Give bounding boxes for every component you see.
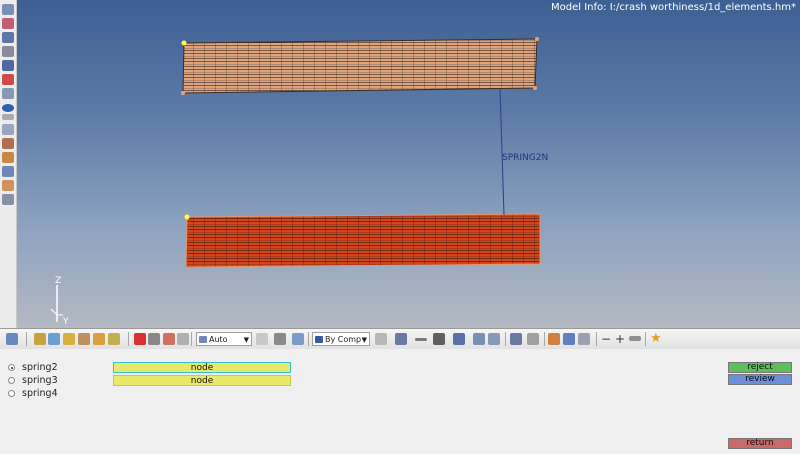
model-canvas[interactable]: SPRING2N Z Y bbox=[17, 0, 800, 328]
unmask-icon[interactable] bbox=[48, 333, 60, 345]
top-plate-node-yellow[interactable] bbox=[181, 40, 187, 46]
reject-button[interactable]: reject bbox=[728, 362, 792, 373]
folder-icon[interactable] bbox=[63, 333, 75, 345]
element-type-icon[interactable] bbox=[148, 333, 160, 345]
top-plate-node[interactable] bbox=[533, 86, 537, 90]
selection-mode-value: Auto bbox=[209, 335, 228, 344]
property-icon[interactable] bbox=[2, 60, 14, 71]
spring-label: SPRING2N bbox=[502, 153, 548, 163]
color-mode-icon bbox=[315, 336, 323, 343]
spring-element[interactable] bbox=[499, 87, 505, 216]
node-picker-icon[interactable] bbox=[177, 333, 189, 345]
left-toolbar bbox=[0, 0, 17, 330]
bottom-plate-mesh[interactable] bbox=[185, 213, 541, 268]
cursor-icon bbox=[199, 336, 207, 343]
assembly-icon[interactable] bbox=[2, 32, 14, 43]
isolate-icon[interactable] bbox=[108, 333, 120, 345]
radio-label: spring3 bbox=[22, 375, 58, 386]
element-icon[interactable] bbox=[2, 46, 14, 57]
info-icon[interactable] bbox=[2, 104, 14, 112]
top-plate-node[interactable] bbox=[535, 37, 539, 41]
wrench-icon[interactable] bbox=[527, 333, 539, 345]
axis-y-label: Y bbox=[62, 317, 69, 327]
rotate-icon[interactable] bbox=[256, 333, 268, 345]
delete-icon[interactable] bbox=[134, 333, 146, 345]
curve-icon[interactable] bbox=[2, 180, 14, 191]
chevron-down-icon: ▼ bbox=[361, 336, 367, 344]
top-plate-node[interactable] bbox=[181, 91, 185, 95]
feature-icon[interactable] bbox=[473, 333, 485, 345]
selection-mode-select[interactable]: Auto ▼ bbox=[196, 332, 252, 346]
surface-icon[interactable] bbox=[433, 333, 445, 345]
grid-icon[interactable] bbox=[488, 333, 500, 345]
label-icon[interactable] bbox=[2, 152, 14, 163]
node1-selector[interactable]: node bbox=[113, 362, 291, 373]
chevron-down-icon: ▼ bbox=[243, 336, 249, 344]
axis-triad: Z Y bbox=[50, 276, 69, 327]
review-button[interactable]: review bbox=[728, 374, 792, 385]
bottom-plate-node-yellow[interactable] bbox=[184, 214, 190, 220]
radio-label: spring4 bbox=[22, 388, 58, 399]
material-icon[interactable] bbox=[2, 74, 14, 85]
zoom-out-icon[interactable]: − bbox=[601, 331, 611, 347]
reverse-icon[interactable] bbox=[93, 333, 105, 345]
radio-button[interactable] bbox=[8, 390, 15, 397]
radio-button[interactable] bbox=[8, 364, 15, 371]
return-button[interactable]: return bbox=[728, 438, 792, 449]
graphics-viewport[interactable]: Model Info: I:/crash worthiness/1d_eleme… bbox=[17, 0, 800, 328]
display-icon[interactable] bbox=[2, 4, 14, 15]
node2-selector[interactable]: node bbox=[113, 375, 291, 386]
radio-button[interactable] bbox=[8, 377, 15, 384]
color-mode-value: By Comp bbox=[325, 335, 362, 344]
solid-cube-icon[interactable] bbox=[395, 333, 407, 345]
count-icon[interactable] bbox=[2, 114, 14, 120]
axis-icon[interactable] bbox=[2, 124, 14, 135]
graph-icon[interactable] bbox=[2, 166, 14, 177]
radio-label: spring2 bbox=[22, 362, 58, 373]
component-icon[interactable] bbox=[2, 18, 14, 29]
star-icon[interactable]: ★ bbox=[650, 331, 662, 347]
mask-icon[interactable] bbox=[34, 333, 46, 345]
cube-icon[interactable] bbox=[292, 333, 304, 345]
pointer-icon[interactable] bbox=[163, 333, 175, 345]
arc-icon[interactable] bbox=[629, 336, 641, 341]
undo-view-icon[interactable] bbox=[548, 333, 560, 345]
find-icon[interactable] bbox=[78, 333, 90, 345]
cylinder-icon[interactable] bbox=[2, 194, 14, 205]
shade-icon[interactable] bbox=[274, 333, 286, 345]
wireframe-icon[interactable] bbox=[375, 333, 387, 345]
color-mode-select[interactable]: By Comp ▼ bbox=[312, 332, 370, 346]
measure-icon[interactable] bbox=[2, 138, 14, 149]
top-plate-mesh[interactable] bbox=[182, 38, 538, 94]
layout-icon[interactable] bbox=[510, 333, 522, 345]
load-icon[interactable] bbox=[2, 88, 14, 99]
bottom-toolbar: Auto ▼ By Comp ▼ − + ★ bbox=[0, 328, 800, 350]
refresh-icon[interactable] bbox=[578, 333, 590, 345]
line-icon[interactable] bbox=[415, 338, 427, 341]
axis-z-label: Z bbox=[55, 276, 61, 286]
view-icon[interactable] bbox=[6, 333, 18, 345]
redo-view-icon[interactable] bbox=[563, 333, 575, 345]
spring-panel: spring2 spring3 spring4 node node reject… bbox=[0, 349, 800, 454]
volume-icon[interactable] bbox=[453, 333, 465, 345]
zoom-in-icon[interactable]: + bbox=[615, 331, 625, 347]
